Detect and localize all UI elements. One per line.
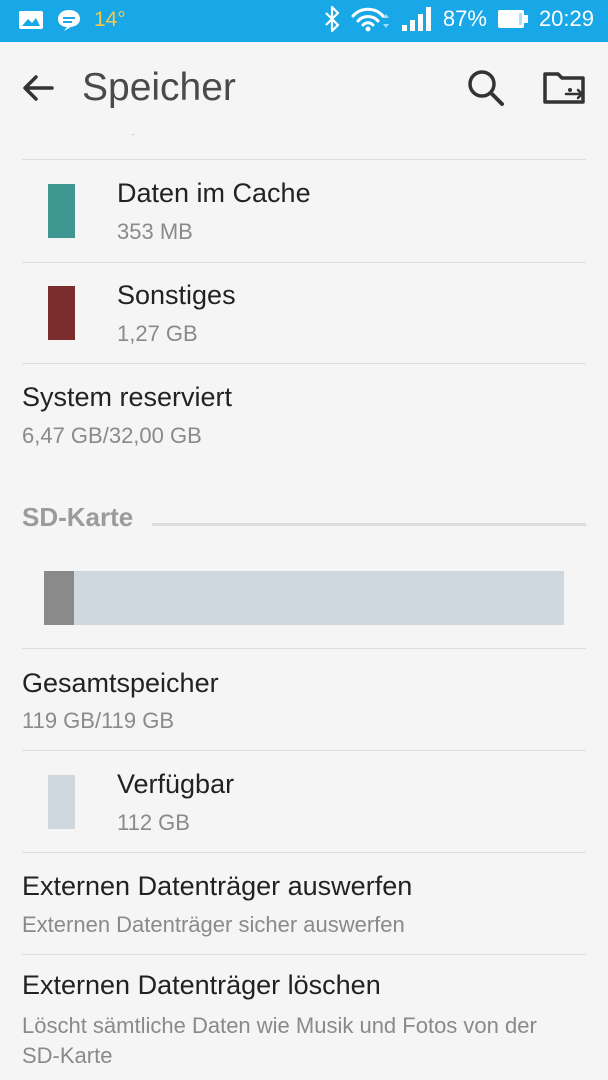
cache-color-swatch [48, 184, 75, 238]
available-color-swatch [48, 775, 75, 829]
back-arrow-icon[interactable] [18, 68, 58, 108]
divider [22, 262, 586, 263]
eject-description: Externen Datenträger sicher auswerfen [22, 912, 405, 937]
search-icon[interactable] [464, 66, 508, 110]
status-bar-right: 87% 20:29 [323, 6, 594, 32]
sd-usage-bar-used [44, 571, 75, 625]
gallery-notification-icon [19, 11, 43, 29]
system-reserved-value: 6,47 GB/32,00 GB [22, 423, 202, 448]
status-bar-left: 14° [18, 8, 126, 32]
divider [22, 750, 586, 751]
weather-temperature: 14° [94, 8, 126, 31]
available-label: Verfügbar [117, 769, 235, 799]
divider [22, 852, 586, 853]
total-storage-value: 119 GB/119 GB [22, 708, 175, 733]
clock: 20:29 [538, 6, 594, 31]
divider [22, 954, 586, 955]
wifi-icon [351, 7, 389, 32]
page-title: Speicher [82, 66, 236, 109]
status-bar: 14° 87% 20:29 [0, 0, 608, 42]
cache-label: Daten im Cache [117, 178, 311, 208]
divider [22, 648, 586, 649]
message-notification-icon [58, 10, 80, 31]
battery-percentage: 87% [442, 6, 487, 31]
eject-label: Externen Datenträger auswerfen [22, 871, 413, 901]
cache-value: 353 MB [117, 219, 193, 244]
divider [22, 159, 586, 160]
system-reserved-label: System reserviert [22, 382, 233, 412]
divider [22, 363, 586, 364]
cellular-signal-icon [401, 7, 431, 31]
available-value: 112 GB [117, 810, 190, 835]
battery-icon [497, 10, 528, 28]
bluetooth-icon [325, 6, 339, 32]
other-color-swatch [48, 286, 75, 340]
total-storage-label: Gesamtspeicher [22, 668, 219, 698]
other-label: Sonstiges [117, 280, 236, 310]
erase-label: Externen Datenträger löschen [22, 970, 381, 1000]
app-bar: Speicher [0, 42, 608, 134]
other-value: 1,27 GB [117, 321, 198, 346]
sd-card-section-header: SD-Karte [22, 502, 134, 532]
section-divider [152, 523, 586, 526]
storage-folder-usb-icon[interactable] [542, 68, 588, 108]
sd-usage-bar [44, 571, 564, 625]
erase-description: Löscht sämtliche Daten wie Musik und Fot… [22, 1013, 537, 1068]
